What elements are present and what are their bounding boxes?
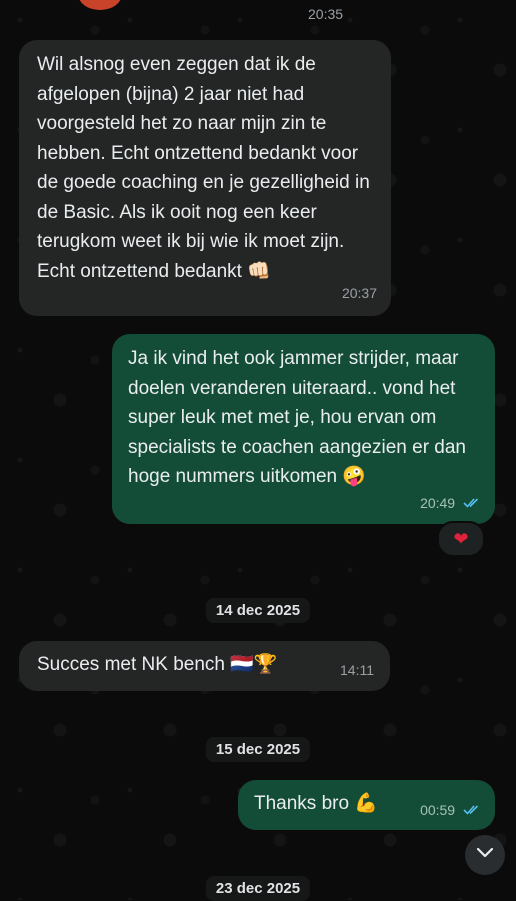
outgoing-message-bubble[interactable]: Thanks bro 💪 00:59 [238,780,495,830]
date-separator: 23 dec 2025 [205,876,311,901]
zany-face-emoji: 🤪 [342,466,367,487]
outgoing-message-bubble[interactable]: Ja ik vind het ook jammer strijder, maar… [112,334,495,524]
reaction-badge[interactable]: ❤ [437,521,485,557]
flexed-biceps-emoji: 💪 [354,793,378,814]
incoming-message-bubble[interactable]: Succes met NK bench 🇳🇱🏆 14:11 [19,641,390,691]
fist-emoji: 👊🏻 [247,260,271,282]
message-time: 20:35 [308,6,344,22]
message-time: 20:37 [341,284,377,301]
date-label: 23 dec 2025 [215,880,301,897]
avatar [78,0,122,10]
message-time: 14:11 [340,661,374,678]
double-check-icon [463,802,481,818]
date-separator: 15 dec 2025 [205,737,311,762]
double-check-icon [463,495,481,511]
previous-message-partial: 20:35 [0,0,516,30]
chevron-down-icon [476,846,494,864]
message-text: Succes met NK bench [37,654,225,675]
flag-trophy-emoji: 🇳🇱🏆 [230,654,278,675]
date-label: 15 dec 2025 [215,741,301,758]
message-time: 20:49 [420,494,456,511]
scroll-to-bottom-button[interactable] [465,835,505,875]
message-text: Wil alsnog even zeggen dat ik de afgelop… [37,54,370,282]
date-label: 14 dec 2025 [215,602,301,619]
message-text: Thanks bro [254,793,350,814]
message-time: 00:59 [420,801,456,818]
incoming-message-bubble[interactable]: Wil alsnog even zeggen dat ik de afgelop… [19,40,391,316]
heart-icon: ❤ [453,528,469,549]
message-text: Ja ik vind het ook jammer strijder, maar… [128,348,467,487]
date-separator: 14 dec 2025 [205,598,311,623]
